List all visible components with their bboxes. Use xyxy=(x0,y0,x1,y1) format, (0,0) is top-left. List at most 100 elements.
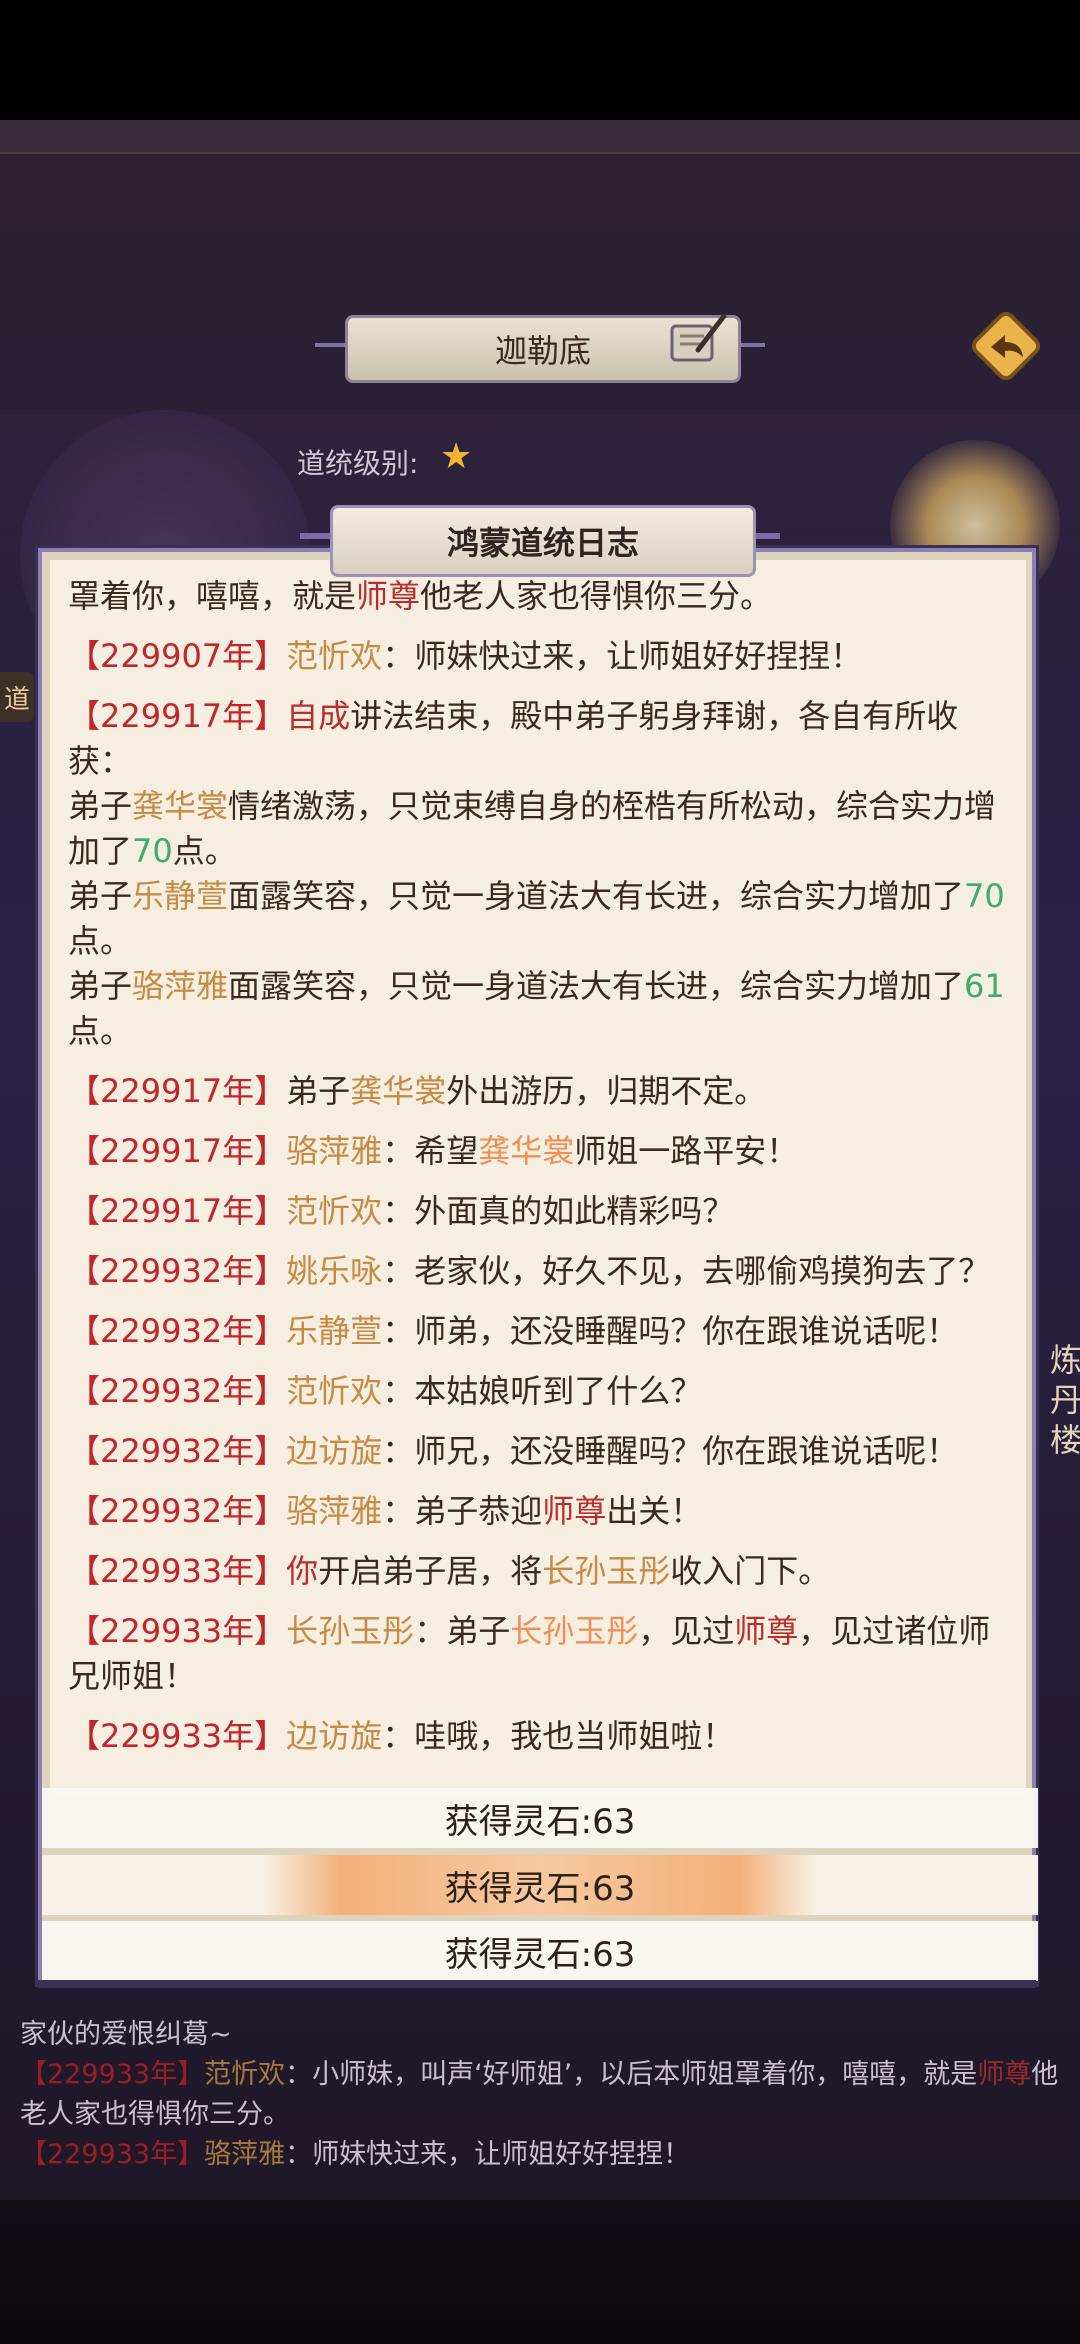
text-segment: ：师妹快过来，让师姐好好捏捏！ xyxy=(285,2139,691,2170)
text-segment: 弟子 xyxy=(68,967,133,1005)
text-segment: 【229933年】 xyxy=(20,2059,205,2090)
log-entry: 【229933年】边访旋：哇哦，我也当师姐啦！ xyxy=(68,1714,1013,1759)
text-segment: 边访旋 xyxy=(286,1432,383,1470)
text-segment: 【229907年】 xyxy=(68,637,287,675)
log-entry: 罩着你，嘻嘻，就是师尊他老人家也得惧你三分。 xyxy=(68,574,1013,619)
text-segment: 范忻欢 xyxy=(286,1372,383,1410)
text-segment: ：哇哦，我也当师姐啦！ xyxy=(382,1717,735,1755)
text-segment: 范忻欢 xyxy=(204,2059,286,2090)
text-segment: 点。 xyxy=(172,832,237,870)
text-segment: 骆萍雅 xyxy=(286,1492,383,1530)
text-segment: 弟子 xyxy=(68,787,133,825)
navigation-bar-area xyxy=(0,2200,1080,2344)
text-segment: 弟子 xyxy=(68,877,133,915)
text-segment: 【229933年】 xyxy=(68,1717,287,1755)
text-segment: ：师弟，还没睡醒吗？你在跟谁说话呢！ xyxy=(382,1312,959,1350)
text-segment: 点。 xyxy=(68,922,133,960)
reward-toast: 获得灵石:63 xyxy=(42,1788,1038,1848)
log-entry: 【229917年】弟子龚华裳外出游历，归期不定。 xyxy=(68,1069,1013,1114)
modal-bottom-edge xyxy=(38,1980,1036,1988)
text-segment: 【229932年】 xyxy=(68,1492,287,1530)
text-segment: 【229917年】 xyxy=(68,697,287,735)
text-segment: 你 xyxy=(286,1552,319,1590)
text-segment: 骆萍雅 xyxy=(286,1132,383,1170)
text-segment: 长孙玉彤 xyxy=(510,1612,639,1650)
side-tab[interactable]: 道 xyxy=(0,672,34,722)
chat-line: 家伙的爱恨纠葛~ xyxy=(20,2015,1060,2055)
text-segment: 开启弟子居，将 xyxy=(318,1552,543,1590)
text-segment: 骆萍雅 xyxy=(204,2139,286,2170)
text-segment: ：希望 xyxy=(382,1132,479,1170)
text-segment: 【229932年】 xyxy=(68,1432,287,1470)
text-segment: 乐静萱 xyxy=(286,1312,383,1350)
text-segment: 师尊 xyxy=(542,1492,607,1530)
reward-toast: 获得灵石:63 xyxy=(42,1921,1038,1981)
text-segment: 范忻欢 xyxy=(286,1192,383,1230)
scroll-quill-icon[interactable] xyxy=(668,310,728,370)
text-segment: 【229917年】 xyxy=(68,1072,287,1110)
log-entry: 【229917年】自成讲法结束，殿中弟子躬身拜谢，各自有所收获： 弟子龚华裳情绪激… xyxy=(68,694,1013,1054)
text-segment: 【229917年】 xyxy=(68,1192,287,1230)
log-entry: 【229932年】骆萍雅：弟子恭迎师尊出关！ xyxy=(68,1489,1013,1534)
text-segment: ：外面真的如此精彩吗？ xyxy=(382,1192,735,1230)
log-entry: 【229933年】你开启弟子居，将长孙玉彤收入门下。 xyxy=(68,1549,1013,1594)
chat-line: 【229933年】骆萍雅：师妹快过来，让师姐好好捏捏！ xyxy=(20,2135,1060,2175)
text-segment: 【229932年】 xyxy=(68,1372,287,1410)
log-entry: 【229917年】范忻欢：外面真的如此精彩吗？ xyxy=(68,1189,1013,1234)
text-segment: 骆萍雅 xyxy=(132,967,229,1005)
chat-feed: 家伙的爱恨纠葛~ 【229933年】范忻欢：小师妹，叫声‘好师姐’，以后本师姐罩着… xyxy=(20,2015,1060,2175)
title-plate-line-left xyxy=(315,343,345,347)
text-segment: 61 xyxy=(964,967,1005,1005)
log-list: 罩着你，嘻嘻，就是师尊他老人家也得惧你三分。 【229907年】范忻欢：师妹快过来… xyxy=(68,574,1013,1774)
text-segment: 【229933年】 xyxy=(20,2139,205,2170)
text-segment: ：弟子恭迎 xyxy=(382,1492,543,1530)
log-entry: 【229917年】骆萍雅：希望龚华裳师姐一路平安！ xyxy=(68,1129,1013,1174)
text-segment: ：老家伙，好久不见，去哪偷鸡摸狗去了？ xyxy=(382,1252,991,1290)
text-segment: 【229933年】 xyxy=(68,1552,287,1590)
text-segment: 【229917年】 xyxy=(68,1132,287,1170)
log-scroll-area[interactable]: 罩着你，嘻嘻，就是师尊他老人家也得惧你三分。 【229907年】范忻欢：师妹快过来… xyxy=(50,560,1026,1796)
chat-line: 【229933年】范忻欢：小师妹，叫声‘好师姐’，以后本师姐罩着你，嘻嘻，就是师… xyxy=(20,2055,1060,2135)
text-segment: 他老人家也得惧你三分。 xyxy=(420,577,773,615)
alchemy-tower-label[interactable]: 炼丹楼 xyxy=(1050,1340,1080,1460)
text-segment: 外出游历，归期不定。 xyxy=(446,1072,767,1110)
text-segment: 【229932年】 xyxy=(68,1252,287,1290)
text-segment: 龚华裳 xyxy=(350,1072,447,1110)
text-segment: 范忻欢 xyxy=(286,637,383,675)
text-segment: 【229932年】 xyxy=(68,1312,287,1350)
text-segment: 师尊 xyxy=(356,577,421,615)
text-segment: ：小师妹，叫声‘好师姐’，以后本师姐罩着你，嘻嘻，就是 xyxy=(285,2059,978,2090)
rank-label: 道统级别: xyxy=(297,447,419,480)
text-segment: 【229933年】 xyxy=(68,1612,287,1650)
text-segment: 70 xyxy=(132,832,173,870)
status-bar-area xyxy=(0,0,1080,120)
text-segment: 出关！ xyxy=(606,1492,703,1530)
text-segment: 姚乐咏 xyxy=(286,1252,383,1290)
text-segment: ：弟子 xyxy=(414,1612,511,1650)
text-segment: ：师妹快过来，让师姐好好捏捏！ xyxy=(382,637,863,675)
text-segment: 罩着你，嘻嘻，就是 xyxy=(68,577,357,615)
log-entry: 【229932年】乐静萱：师弟，还没睡醒吗？你在跟谁说话呢！ xyxy=(68,1309,1013,1354)
text-segment: 70 xyxy=(964,877,1005,915)
text-segment: 收入门下。 xyxy=(670,1552,831,1590)
log-entry: 【229907年】范忻欢：师妹快过来，让师姐好好捏捏！ xyxy=(68,634,1013,679)
text-segment: 师姐一路平安！ xyxy=(574,1132,799,1170)
text-segment: 面露笑容，只觉一身道法大有长进，综合实力增加了 xyxy=(228,967,965,1005)
text-segment: ，见过 xyxy=(638,1612,735,1650)
star-icon: ★ xyxy=(440,436,473,477)
log-entry: 【229932年】范忻欢：本姑娘听到了什么？ xyxy=(68,1369,1013,1414)
log-entry: 【229932年】边访旋：师兄，还没睡醒吗？你在跟谁说话呢！ xyxy=(68,1429,1013,1474)
text-segment: 师尊 xyxy=(734,1612,799,1650)
text-segment: 边访旋 xyxy=(286,1717,383,1755)
text-segment: 弟子 xyxy=(286,1072,351,1110)
text-segment: 面露笑容，只觉一身道法大有长进，综合实力增加了 xyxy=(228,877,965,915)
text-segment: 家伙的爱恨纠葛~ xyxy=(20,2019,232,2050)
text-segment: 长孙玉彤 xyxy=(286,1612,415,1650)
text-segment: 龚华裳 xyxy=(132,787,229,825)
reward-toast: 获得灵石:63 xyxy=(42,1855,1038,1915)
back-arrow-icon[interactable] xyxy=(965,305,1047,387)
text-segment: ：本姑娘听到了什么？ xyxy=(382,1372,703,1410)
log-entry: 【229933年】长孙玉彤：弟子长孙玉彤，见过师尊，见过诸位师兄师姐！ xyxy=(68,1609,1013,1699)
modal-title: 鸿蒙道统日志 xyxy=(330,505,756,577)
text-segment: ：师兄，还没睡醒吗？你在跟谁说话呢！ xyxy=(382,1432,959,1470)
